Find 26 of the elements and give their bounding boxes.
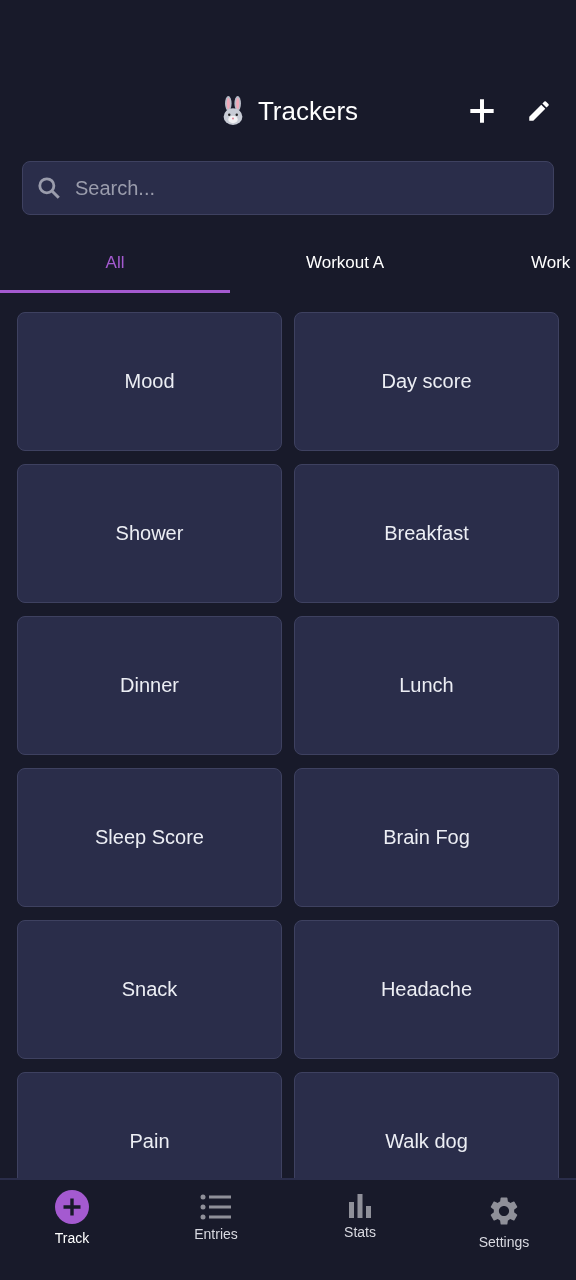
tracker-tile[interactable]: Day score (294, 312, 559, 451)
tracker-tile[interactable]: Breakfast (294, 464, 559, 603)
nav-item[interactable]: Settings (432, 1180, 576, 1274)
tab[interactable]: Work (460, 235, 576, 293)
tab[interactable]: Workout A (230, 235, 460, 293)
tracker-tile[interactable]: Brain Fog (294, 768, 559, 907)
tracker-tile[interactable]: Lunch (294, 616, 559, 755)
pencil-icon[interactable] (526, 98, 552, 124)
list-icon (200, 1194, 232, 1220)
plus-circle-icon (55, 1190, 89, 1224)
page-title: Trackers (257, 95, 359, 127)
tracker-tile[interactable]: Sleep Score (17, 768, 282, 907)
nav-item[interactable]: Entries (144, 1180, 288, 1274)
tracker-tile[interactable]: Mood (17, 312, 282, 451)
tab[interactable]: All (0, 235, 230, 293)
tracker-tile[interactable]: Pain (17, 1072, 282, 1178)
tracker-tile[interactable]: Walk dog (294, 1072, 559, 1178)
nav-item[interactable]: Stats (288, 1180, 432, 1274)
search-field[interactable]: Search... (22, 161, 554, 215)
tracker-tile[interactable]: Snack (17, 920, 282, 1059)
tracker-tile[interactable]: Headache (294, 920, 559, 1059)
tracker-tile[interactable]: Dinner (17, 616, 282, 755)
tracker-tile[interactable]: Shower (17, 464, 282, 603)
add-icon[interactable] (468, 97, 496, 125)
nav-item[interactable]: Track (0, 1180, 144, 1270)
bar-chart-icon (349, 1194, 371, 1218)
